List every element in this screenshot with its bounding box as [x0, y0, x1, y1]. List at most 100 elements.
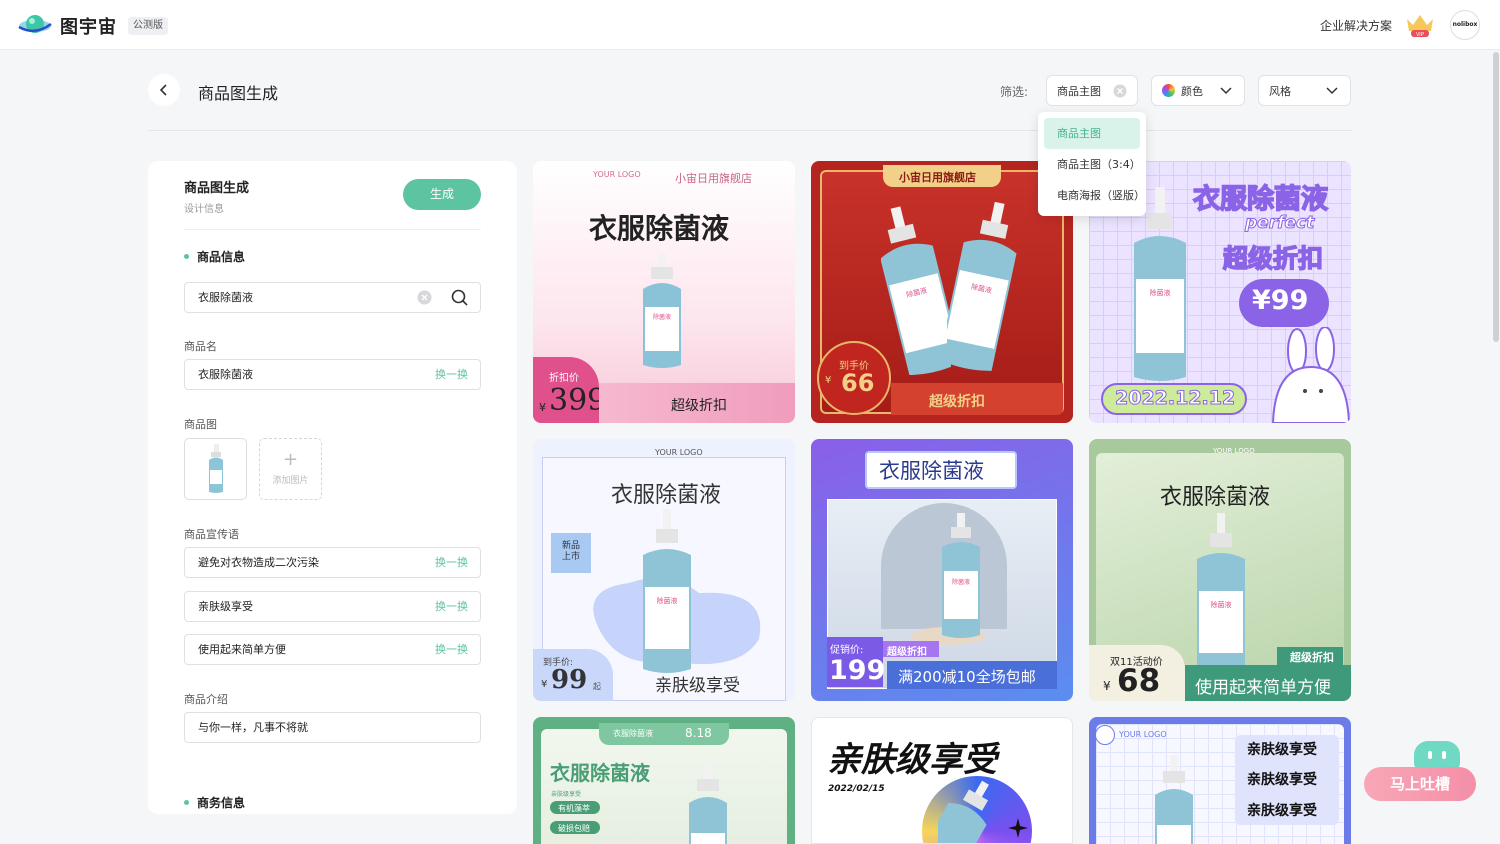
color-wheel-icon: [1162, 84, 1175, 97]
logo-badge: [1095, 725, 1115, 745]
color-filter-value: 颜色: [1181, 84, 1203, 98]
new-badge: 新品上市: [561, 541, 580, 562]
slogan-value: 使用起来简单方便: [198, 643, 286, 656]
intro-value: 与你一样，凡事不将就: [198, 721, 308, 734]
bottle-icon: [208, 444, 223, 493]
add-image-button[interactable]: + 添加图片: [259, 438, 322, 500]
chevron-left-icon: [159, 84, 167, 96]
bottle-label: 除菌液: [657, 596, 678, 605]
slogan-field-3[interactable]: 使用起来简单方便 换一换: [184, 634, 481, 665]
card-logo: YOUR LOGO: [1119, 730, 1167, 739]
slogan-line-3: 亲肤级享受: [1247, 803, 1317, 819]
template-card-2[interactable]: 小宙日用旗舰店 除菌液 除菌液 到手价 ¥ 66 超级折扣: [811, 161, 1073, 423]
plus-icon: +: [282, 449, 299, 470]
top-bar: 图宇宙 公测版 企业解决方案 VIP nolibox: [0, 0, 1500, 50]
bottle-label: 除菌液: [1150, 288, 1171, 297]
intro-field[interactable]: 与你一样，凡事不将就: [184, 712, 481, 743]
bottle-image: 除菌液: [643, 253, 681, 368]
discount-tag: 超级折扣: [887, 647, 927, 658]
product-search-input[interactable]: 衣服除菌液: [184, 282, 481, 313]
price-value: 199: [829, 655, 886, 686]
product-name-label: 商品名: [184, 340, 217, 353]
clear-icon[interactable]: [1113, 84, 1127, 98]
currency-symbol: ¥: [539, 401, 546, 414]
dropdown-option-main[interactable]: 商品主图: [1044, 118, 1140, 149]
template-card-6[interactable]: YOUR LOGO 衣服除菌液 除菌液 双11活动价 ¥ 68 超级折扣 使用起…: [1089, 439, 1351, 701]
template-card-9[interactable]: YOUR LOGO 亲肤级享受 亲肤级享受 亲肤级享受: [1089, 717, 1351, 844]
brand-name[interactable]: 图宇宙: [60, 13, 117, 39]
template-card-4[interactable]: YOUR LOGO 衣服除菌液 除菌液 新品上市 到手价: ¥ 99 起 亲肤级…: [533, 439, 795, 701]
swap-button[interactable]: 换一换: [435, 592, 468, 621]
swap-button[interactable]: 换一换: [435, 360, 468, 389]
vip-crown-icon[interactable]: VIP: [1404, 12, 1436, 38]
template-card-7[interactable]: 衣服除菌液 8.18 衣服除菌液 亲肤级享受 有机藻萃 破损包赔: [533, 717, 795, 844]
bottle-image: 除菌液: [881, 206, 951, 375]
bottle-image: 除菌液: [942, 513, 980, 638]
feedback-button[interactable]: 马上吐槽: [1364, 741, 1476, 801]
bottle-image: 除菌液: [947, 201, 1017, 371]
card-shop-name: 小宙日用旗舰店: [675, 172, 752, 185]
style-filter-select[interactable]: 风格: [1258, 75, 1351, 106]
slogan-field-2[interactable]: 亲肤级享受 换一换: [184, 591, 481, 622]
card-title: 亲肤级享受: [827, 740, 997, 780]
card-title: 衣服除菌液: [611, 483, 722, 508]
price-value: 68: [1117, 663, 1161, 699]
clear-icon[interactable]: [417, 290, 432, 305]
add-image-label: 添加图片: [272, 476, 309, 486]
section-business-info: 商务信息: [184, 794, 245, 811]
sparkle-icon: [1008, 818, 1028, 838]
user-avatar[interactable]: nolibox: [1450, 10, 1480, 40]
slogan-line-1: 亲肤级享受: [1247, 742, 1317, 758]
top-banner-text: 衣服除菌液: [613, 729, 653, 738]
price-value: ¥99: [1252, 285, 1309, 316]
template-card-5[interactable]: 衣服除菌液 除菌液 促销价: 199 超级折扣 满200减10全场包邮: [811, 439, 1073, 701]
bunny-icon: [1271, 327, 1351, 423]
product-image-thumbnail[interactable]: [184, 438, 247, 500]
intro-label: 商品介绍: [184, 693, 228, 706]
price-value: 399: [549, 383, 607, 418]
card-slogan: 使用起来简单方便: [1195, 678, 1331, 698]
type-filter-select[interactable]: 商品主图: [1046, 75, 1138, 106]
back-button[interactable]: [148, 74, 180, 106]
currency-symbol: ¥: [541, 679, 548, 690]
search-input-value: 衣服除菌液: [198, 291, 253, 304]
color-filter-select[interactable]: 颜色: [1151, 75, 1245, 106]
bottle-label: 除菌液: [1211, 600, 1232, 609]
date-text: 2022.12.12: [1114, 387, 1236, 410]
product-name-value: 衣服除菌液: [198, 368, 253, 381]
template-card-8[interactable]: 亲肤级享受 2022/02/15: [811, 717, 1073, 844]
card-logo: YOUR LOGO: [655, 448, 703, 457]
dropdown-option-main-3-4[interactable]: 商品主图（3:4）: [1044, 149, 1141, 180]
chevron-down-icon: [1220, 87, 1232, 95]
bottle-image: 除菌液: [1197, 513, 1245, 677]
bottle-image: [938, 780, 989, 843]
slogan-field-1[interactable]: 避免对衣物造成二次污染 换一换: [184, 547, 481, 578]
slogan-value: 避免对衣物造成二次污染: [198, 556, 319, 569]
vip-text: VIP: [1416, 32, 1425, 38]
card-logo: YOUR LOGO: [593, 170, 641, 179]
panel-title: 商品图生成: [184, 181, 250, 196]
card-slogan: 亲肤级享受: [655, 676, 740, 696]
search-icon[interactable]: [451, 289, 468, 306]
generate-button[interactable]: 生成: [403, 179, 481, 210]
slogan-label: 商品宣传语: [184, 528, 239, 541]
date-text: 8.18: [685, 726, 712, 740]
enterprise-solutions-link[interactable]: 企业解决方案: [1320, 17, 1392, 34]
feedback-label: 马上吐槽: [1364, 767, 1476, 801]
price-value: 99: [551, 665, 588, 695]
planet-logo-icon[interactable]: [18, 12, 52, 38]
currency-symbol: ¥: [825, 375, 832, 386]
product-name-field[interactable]: 衣服除菌液 换一换: [184, 359, 481, 390]
tag-2: 破损包赔: [558, 824, 590, 833]
page-scrollbar[interactable]: [1493, 52, 1499, 342]
swap-button[interactable]: 换一换: [435, 548, 468, 577]
panel-divider: [184, 229, 481, 230]
page-title: 商品图生成: [198, 84, 279, 103]
template-card-1[interactable]: YOUR LOGO 小宙日用旗舰店 衣服除菌液 除菌液 折扣价 ¥ 399 超级…: [533, 161, 795, 423]
design-info-panel: 商品图生成 设计信息 生成 商品信息 衣服除菌液 商品名 衣服除菌液 换一换 商…: [148, 161, 517, 814]
card-title: 衣服除菌液: [550, 761, 650, 785]
dropdown-option-poster[interactable]: 电商海报（竖版）: [1044, 180, 1145, 211]
swap-button[interactable]: 换一换: [435, 635, 468, 664]
discount-tag: 超级折扣: [1222, 243, 1324, 274]
discount-tag: 超级折扣: [929, 394, 985, 410]
